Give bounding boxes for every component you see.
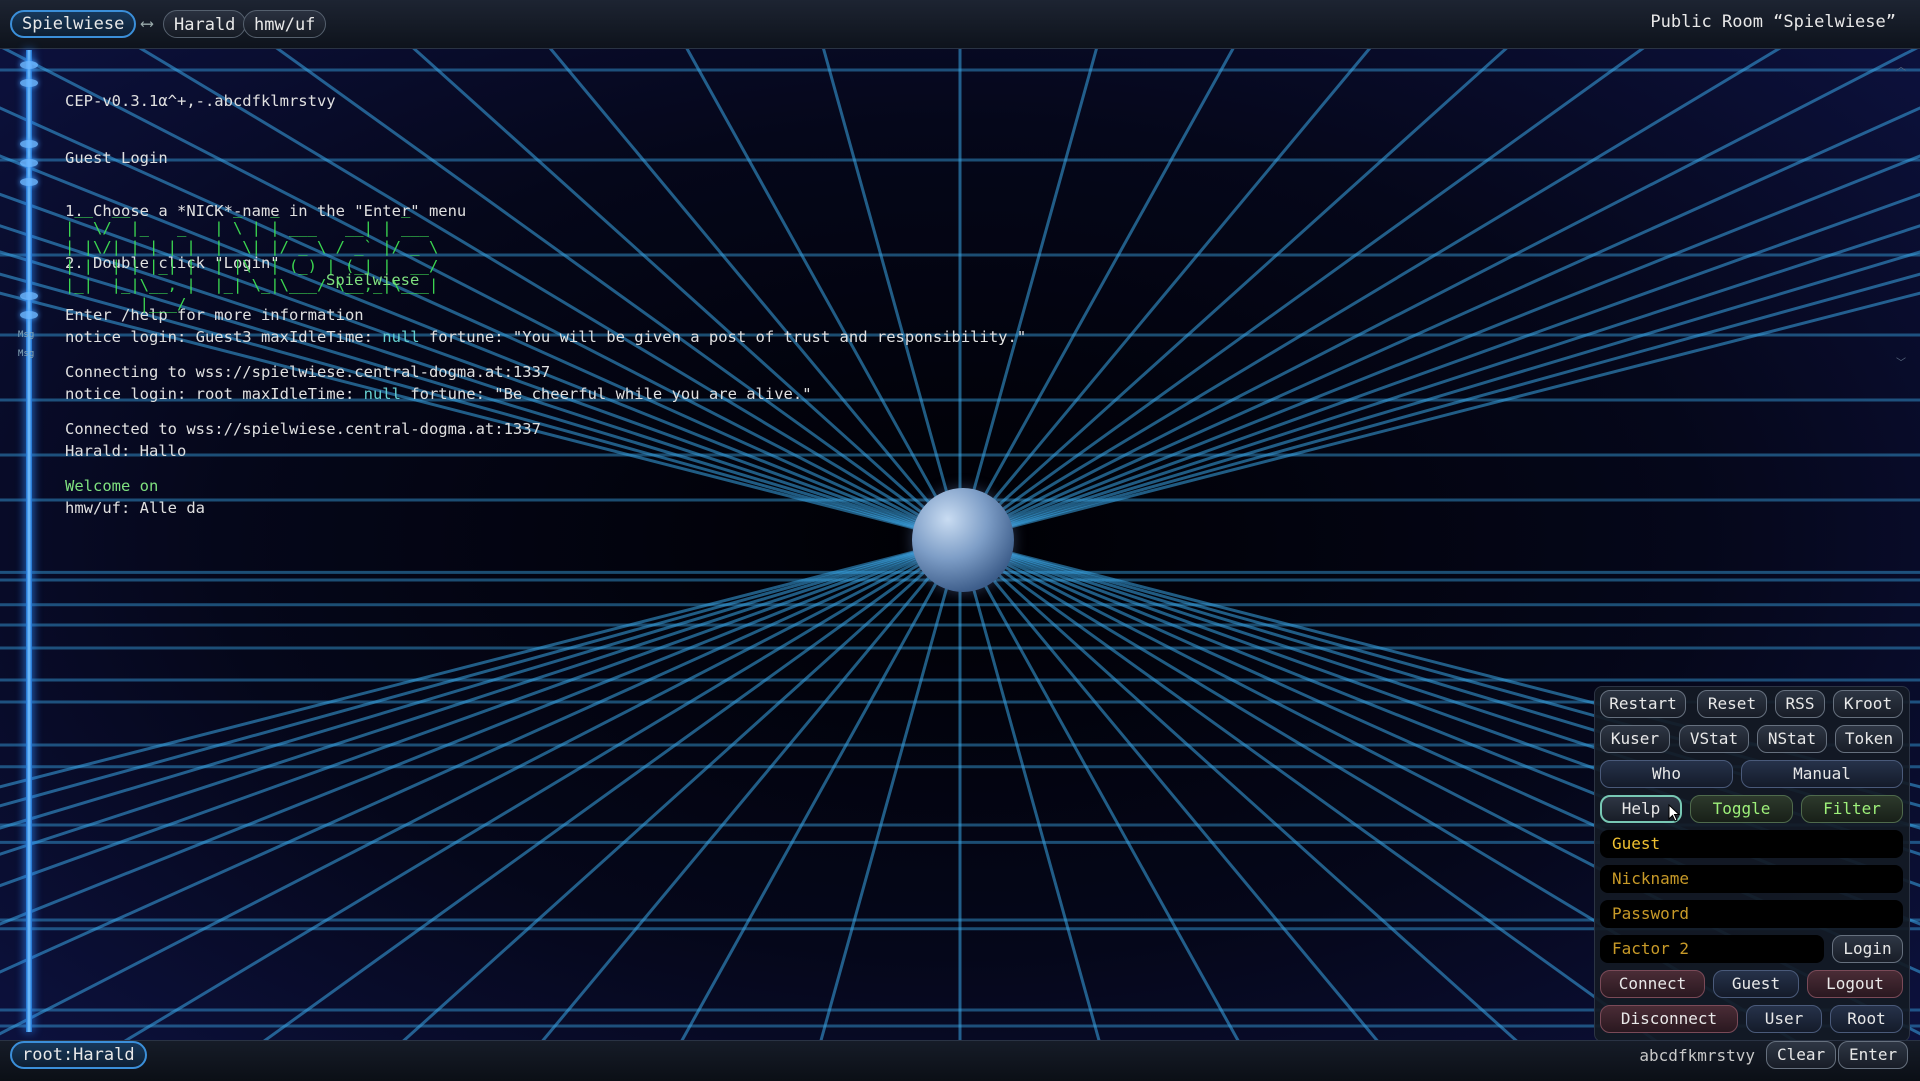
rail-dot-icon — [20, 79, 38, 87]
password-field[interactable]: Password — [1600, 900, 1903, 928]
clear-button[interactable]: Clear — [1766, 1041, 1837, 1069]
filter-button[interactable]: Filter — [1801, 795, 1903, 823]
tab-hmw-uf[interactable]: hmw/uf — [243, 10, 327, 38]
who-button[interactable]: Who — [1600, 760, 1733, 788]
logout-button[interactable]: Logout — [1807, 970, 1903, 998]
enter-button[interactable]: Enter — [1838, 1041, 1909, 1069]
charset-indicator: abcdfkmrstvy — [1639, 1046, 1755, 1065]
disconnect-button[interactable]: Disconnect — [1600, 1005, 1738, 1033]
message-line: hmw/uf: Alle da — [65, 499, 205, 517]
current-user-badge[interactable]: root:Harald — [10, 1041, 147, 1069]
swap-arrows-icon[interactable]: ⟷ — [134, 12, 160, 36]
root-button[interactable]: Root — [1830, 1005, 1903, 1033]
rail-dot-icon — [20, 159, 38, 167]
room-title: Public Room “Spielwiese” — [1650, 12, 1896, 32]
notice-line: notice login: Guest3 maxIdleTime: null f… — [65, 328, 1027, 346]
polyhedron-sphere — [912, 488, 1014, 592]
nstat-button[interactable]: NStat — [1757, 725, 1827, 753]
notice-line: notice login: root maxIdleTime: null for… — [65, 385, 812, 403]
bottom-bar — [0, 1040, 1920, 1081]
tab-harald[interactable]: Harald — [163, 10, 247, 38]
toggle-button[interactable]: Toggle — [1690, 795, 1793, 823]
message-line: Harald: Hallo — [65, 442, 187, 460]
rail-dot-icon — [20, 178, 38, 186]
nickname-field[interactable]: Nickname — [1600, 865, 1903, 893]
notice-log: notice login: Guest3 maxIdleTime: null f… — [65, 290, 1026, 537]
manual-button[interactable]: Manual — [1741, 760, 1903, 788]
rail-dot-icon — [20, 292, 38, 300]
user-button[interactable]: User — [1746, 1005, 1822, 1033]
tab-spielwiese[interactable]: Spielwiese — [10, 10, 137, 38]
scroll-down-icon[interactable]: ﹀ — [1896, 354, 1906, 369]
ascii-room-name: Spielwiese — [326, 271, 420, 289]
mouse-cursor-icon — [1668, 804, 1680, 822]
login-button[interactable]: Login — [1832, 935, 1903, 963]
rail-dot-icon — [20, 140, 38, 148]
log-line: CEP-v0.3.1α^+,-.abcdfklmrstvy — [65, 92, 336, 110]
rail-dot-icon — [20, 61, 38, 69]
message-tag: Msg — [18, 330, 35, 340]
vstat-button[interactable]: VStat — [1679, 725, 1749, 753]
kuser-button[interactable]: Kuser — [1600, 725, 1670, 753]
rail-dot-icon — [20, 311, 38, 319]
scroll-up-icon[interactable]: ︿ — [1896, 58, 1906, 73]
guest-button[interactable]: Guest — [1713, 970, 1799, 998]
message-tag: Msg — [18, 349, 35, 359]
connect-button[interactable]: Connect — [1600, 970, 1705, 998]
rss-button[interactable]: RSS — [1775, 690, 1825, 718]
log-line: Guest Login — [65, 149, 168, 167]
factor2-field[interactable]: Factor 2 — [1600, 935, 1824, 963]
token-button[interactable]: Token — [1835, 725, 1903, 753]
kroot-button[interactable]: Kroot — [1833, 690, 1903, 718]
log-rail — [26, 50, 32, 1032]
restart-button[interactable]: Restart — [1600, 690, 1686, 718]
guest-field[interactable]: Guest — [1600, 830, 1903, 858]
reset-button[interactable]: Reset — [1697, 690, 1767, 718]
